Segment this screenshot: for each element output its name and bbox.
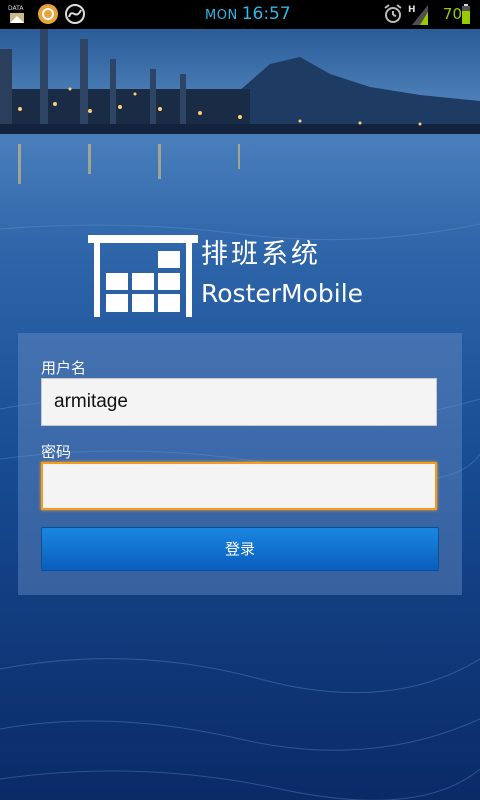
app-title-chinese: 排班系统: [201, 239, 321, 270]
data-sync-icon: DATA: [8, 3, 30, 25]
loop-app-icon: [64, 3, 86, 25]
status-clock: MON 16:57: [205, 4, 291, 26]
status-time: 16:57: [241, 4, 291, 24]
battery-level: 70: [442, 5, 462, 23]
app-logo: 排班系统 RosterMobile: [88, 235, 398, 317]
battery-icon: [462, 3, 470, 25]
username-input[interactable]: [41, 378, 437, 426]
username-label: 用户名: [41, 359, 87, 377]
app-title-english: RosterMobile: [201, 279, 364, 308]
signal-icon: H: [408, 3, 430, 25]
status-bar-system: H 70: [382, 3, 472, 25]
password-input[interactable]: [41, 462, 437, 510]
status-day: MON: [205, 8, 238, 23]
warehouse-shelf-icon: [88, 235, 198, 321]
alarm-icon: [382, 3, 404, 25]
login-button[interactable]: 登录: [41, 527, 439, 571]
login-panel: 用户名 密码 登录: [18, 333, 462, 595]
browser-app-icon: [37, 3, 59, 25]
status-bar: DATA MON 16:57 H 70: [0, 0, 480, 29]
password-label: 密码: [41, 443, 72, 461]
svg-text:DATA: DATA: [8, 5, 24, 12]
svg-text:H: H: [408, 5, 416, 15]
